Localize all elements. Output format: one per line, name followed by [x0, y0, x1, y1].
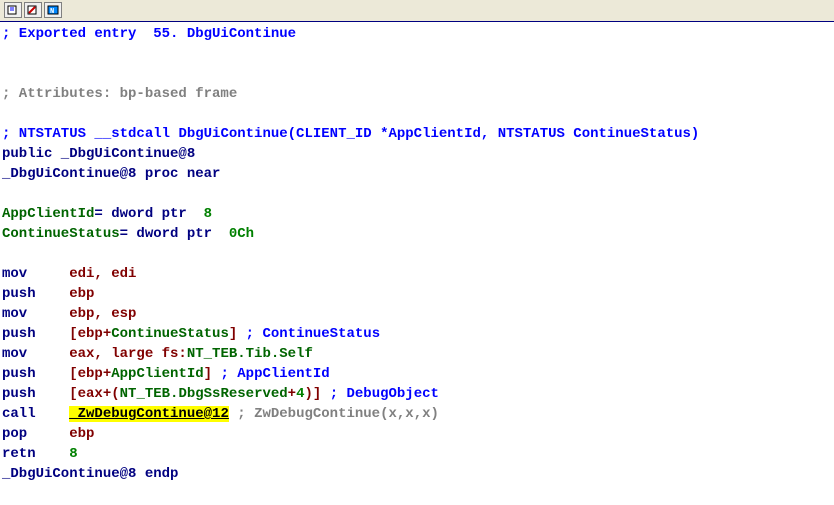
toolbar: N [0, 0, 834, 22]
svg-text:N: N [50, 8, 54, 15]
asm-line-2: push ebp [0, 284, 834, 304]
disassembly-view[interactable]: ; Exported entry 55. DbgUiContinue ; Att… [0, 22, 834, 486]
asm-line-4: push [ebp+ContinueStatus] ; ContinueStat… [0, 324, 834, 344]
asm-line-5: mov eax, large fs:NT_TEB.Tib.Self [0, 344, 834, 364]
asm-line-3: mov ebp, esp [0, 304, 834, 324]
edit-icon [27, 5, 39, 15]
document-icon [7, 5, 19, 15]
toolbar-btn-3[interactable]: N [44, 2, 62, 18]
comment-signature: ; NTSTATUS __stdcall DbgUiContinue(CLIEN… [0, 124, 834, 144]
asm-line-8: call _ZwDebugContinue@12 ; ZwDebugContin… [0, 404, 834, 424]
proc-end: _DbgUiContinue@8 endp [0, 464, 834, 484]
asm-line-9: pop ebp [0, 424, 834, 444]
local-var-1: AppClientId= dword ptr 8 [0, 204, 834, 224]
call-target[interactable]: _ZwDebugContinue@12 [69, 406, 229, 422]
asm-line-1: mov edi, edi [0, 264, 834, 284]
comment-attributes: ; Attributes: bp-based frame [0, 84, 834, 104]
asm-line-10: retn 8 [0, 444, 834, 464]
asm-line-7: push [eax+(NT_TEB.DbgSsReserved+4)] ; De… [0, 384, 834, 404]
local-var-2: ContinueStatus= dword ptr 0Ch [0, 224, 834, 244]
asm-line-6: push [ebp+AppClientId] ; AppClientId [0, 364, 834, 384]
toolbar-btn-1[interactable] [4, 2, 22, 18]
public-declaration: public _DbgUiContinue@8 [0, 144, 834, 164]
text-icon: N [47, 5, 59, 15]
proc-start: _DbgUiContinue@8 proc near [0, 164, 834, 184]
toolbar-btn-2[interactable] [24, 2, 42, 18]
comment-exported-entry: ; Exported entry 55. DbgUiContinue [0, 24, 834, 44]
